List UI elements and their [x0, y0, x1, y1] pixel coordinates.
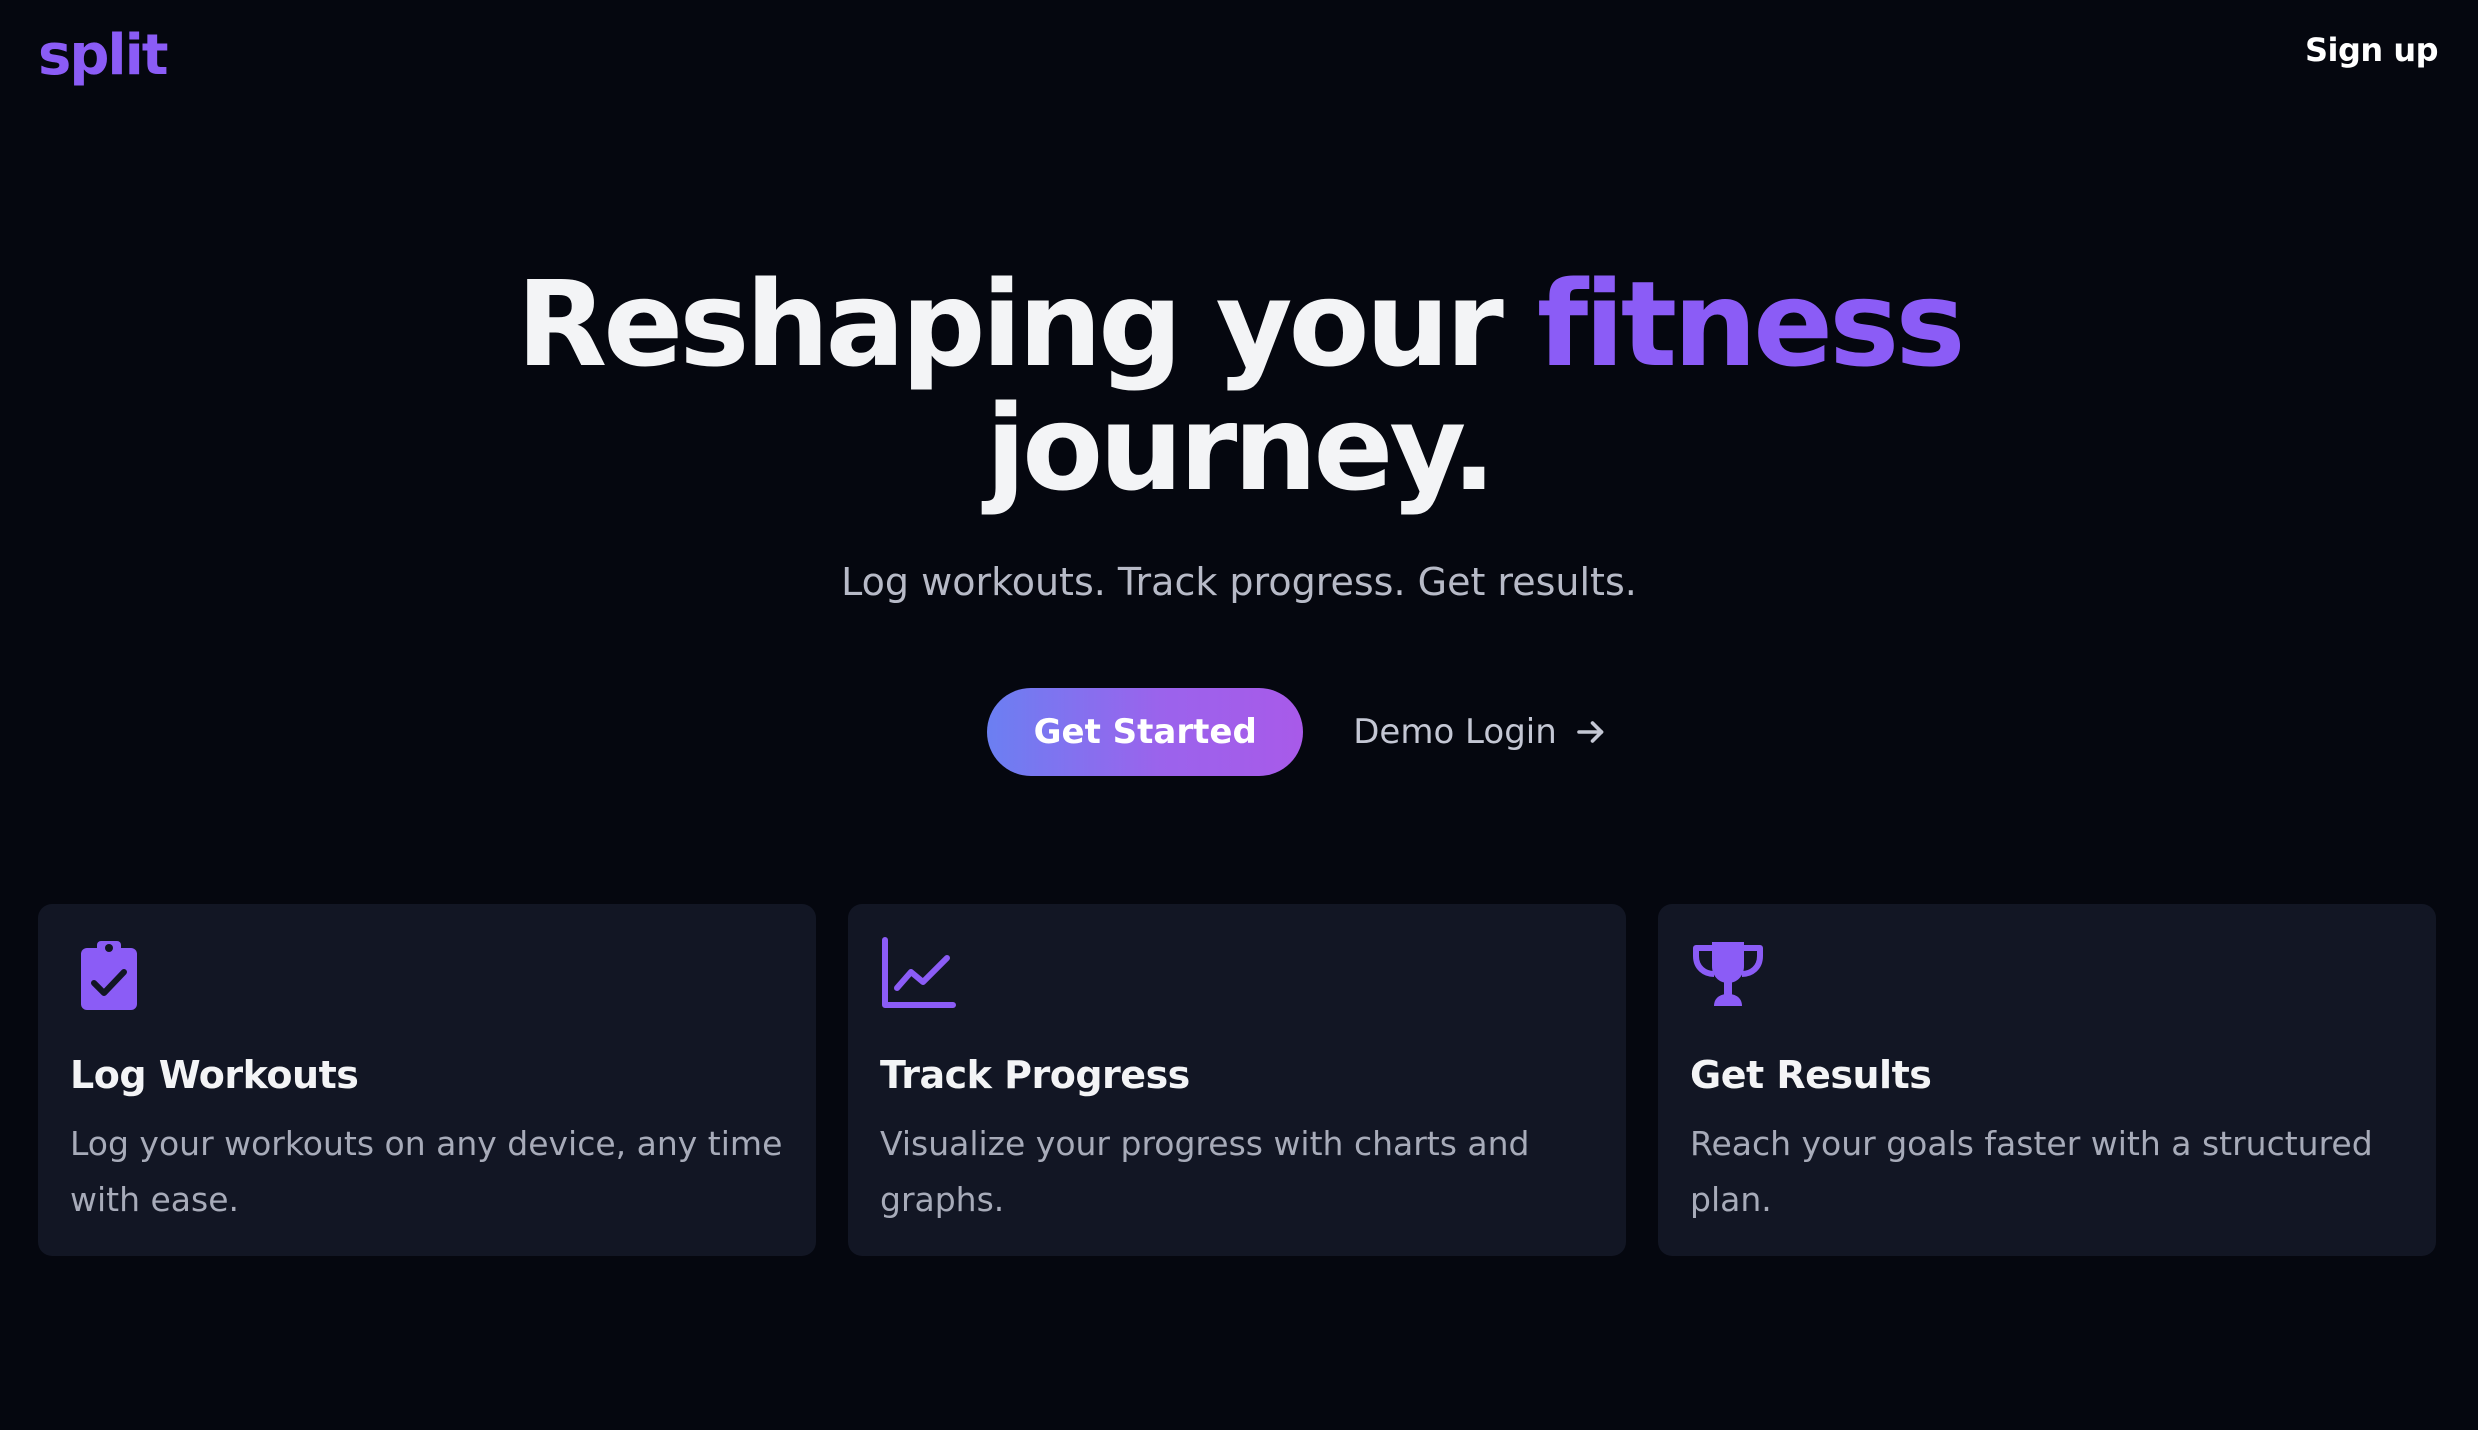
- sign-up-link[interactable]: Sign up: [2305, 26, 2439, 74]
- feature-description: Visualize your progress with charts and …: [880, 1124, 1530, 1219]
- feature-card-track-progress: Track Progress Visualize your progress w…: [848, 904, 1626, 1256]
- arrow-right-icon: [1576, 721, 1604, 743]
- hero-section: Reshaping your fitness journey. Log work…: [0, 262, 2478, 610]
- feature-title: Get Results: [1690, 1053, 1932, 1097]
- chart-line-icon: [882, 937, 956, 1008]
- feature-cards: Log Workouts Log your workouts on any de…: [38, 904, 2438, 1256]
- hero-headline: Reshaping your fitness journey.: [0, 262, 2478, 510]
- demo-login-label: Demo Login: [1353, 712, 1557, 752]
- get-started-button[interactable]: Get Started: [987, 688, 1304, 776]
- feature-title: Log Workouts: [70, 1053, 359, 1097]
- hero-tagline: Log workouts. Track progress. Get result…: [841, 560, 1637, 604]
- feature-title: Track Progress: [880, 1053, 1190, 1097]
- feature-description: Log your workouts on any device, any tim…: [70, 1124, 783, 1219]
- headline-part-1: Reshaping your: [516, 255, 1503, 393]
- demo-login-link[interactable]: Demo Login: [1353, 712, 1609, 752]
- headline-part-2: journey.: [985, 379, 1497, 517]
- clipboard-check-icon: [81, 941, 137, 1010]
- feature-card-log-workouts: Log Workouts Log your workouts on any de…: [38, 904, 816, 1256]
- feature-card-get-results: Get Results Reach your goals faster with…: [1658, 904, 2436, 1256]
- headline-accent: fitness: [1536, 255, 1966, 393]
- cta-row: Get Started Demo Login: [0, 688, 2478, 776]
- trophy-icon: [1693, 942, 1763, 1006]
- feature-description: Reach your goals faster with a structure…: [1690, 1124, 2373, 1219]
- logo[interactable]: split: [38, 16, 169, 96]
